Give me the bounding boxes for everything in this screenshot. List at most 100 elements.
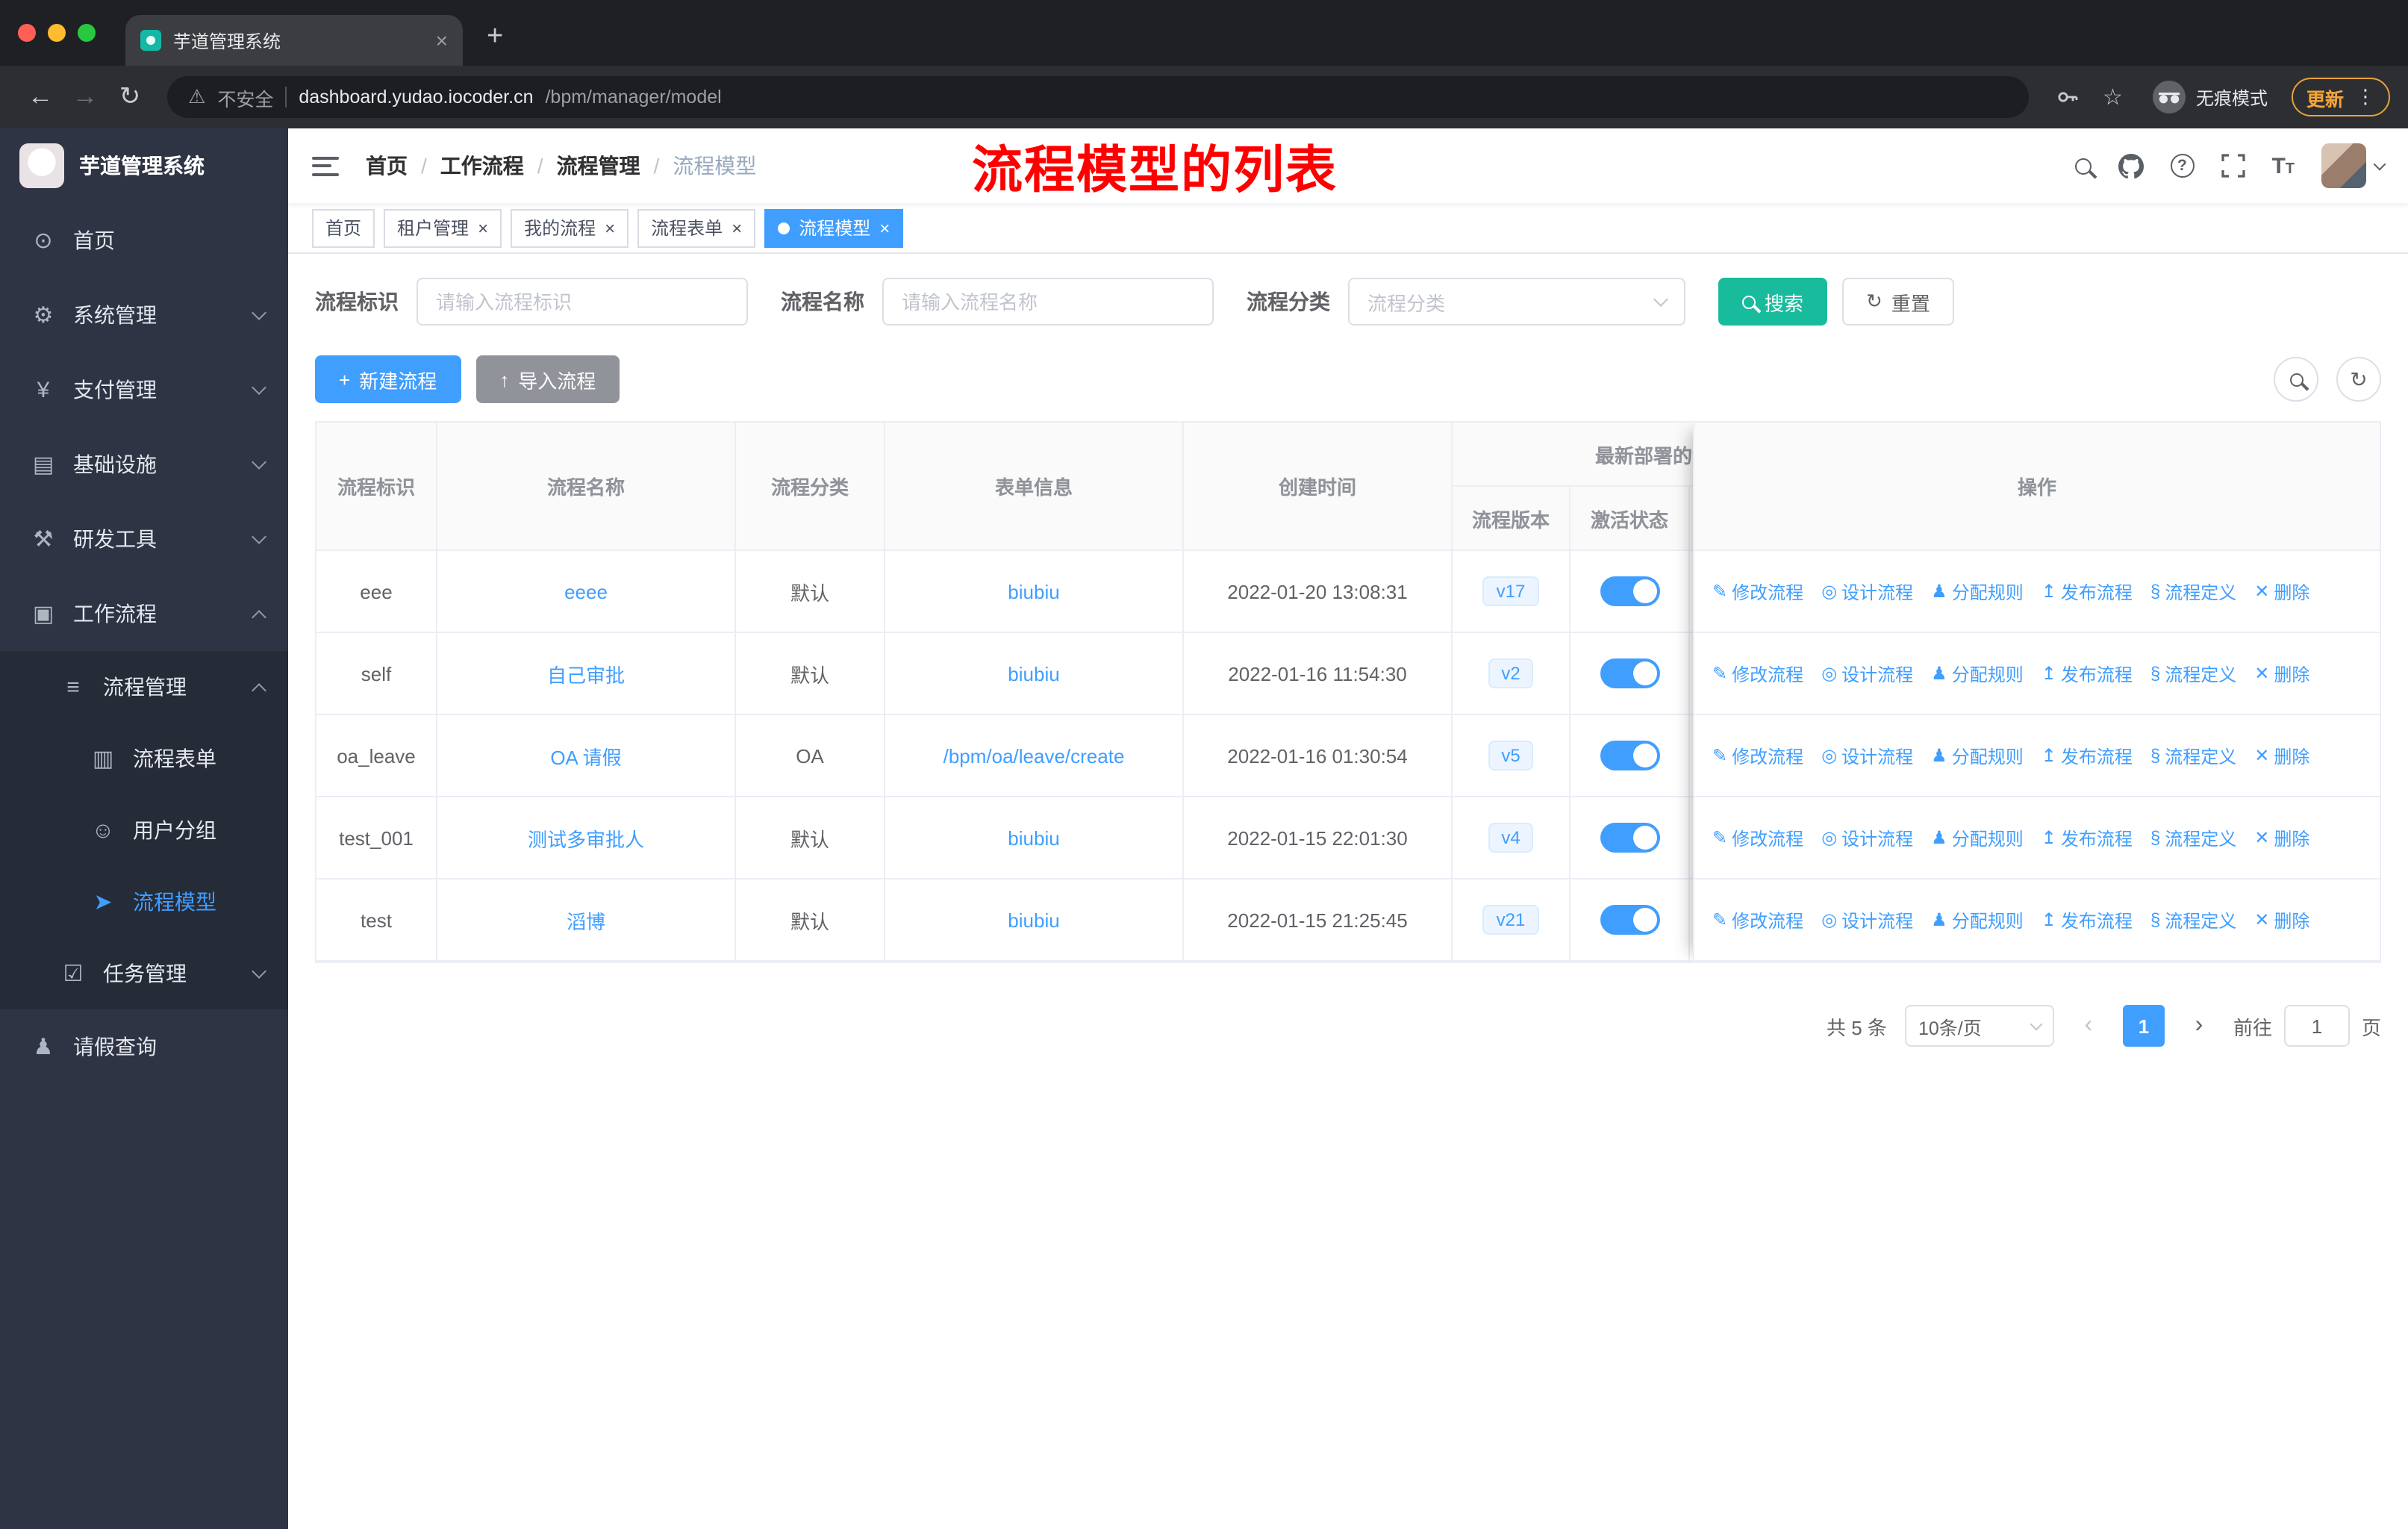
font-size-icon[interactable]: TT <box>2271 153 2295 178</box>
process-name-input[interactable] <box>882 278 1214 326</box>
sidebar-item-process-form[interactable]: ▥ 流程表单 <box>0 723 288 794</box>
assign-rule-link[interactable]: ♟ 分配规则 <box>1931 743 2024 768</box>
refresh-table-button[interactable]: ↻ <box>2336 357 2381 402</box>
publish-process-link[interactable]: ↥ 发布流程 <box>2042 579 2133 604</box>
reset-button[interactable]: ↻ 重置 <box>1842 278 1954 326</box>
bookmark-star-icon[interactable]: ☆ <box>2103 84 2123 110</box>
password-key-icon[interactable] <box>2055 85 2079 109</box>
edit-process-link[interactable]: ✎ 修改流程 <box>1712 579 1803 604</box>
process-definition-link[interactable]: § 流程定义 <box>2150 907 2236 932</box>
design-process-link[interactable]: ◎ 设计流程 <box>1821 661 1913 686</box>
design-process-link[interactable]: ◎ 设计流程 <box>1821 907 1913 932</box>
assign-rule-link[interactable]: ♟ 分配规则 <box>1931 907 2024 932</box>
delete-process-link[interactable]: ✕ 删除 <box>2254 907 2309 932</box>
collapse-sidebar-button[interactable] <box>312 156 339 175</box>
close-icon[interactable]: × <box>732 217 742 238</box>
close-icon[interactable]: × <box>478 217 488 238</box>
form-info-link[interactable]: biubiu <box>1008 909 1059 931</box>
form-info-link[interactable]: biubiu <box>1008 580 1059 602</box>
user-menu[interactable] <box>2321 143 2386 188</box>
browser-update-button[interactable]: 更新 ⋮ <box>2291 78 2390 116</box>
app-logo[interactable]: 芋道管理系统 <box>0 128 288 203</box>
assign-rule-link[interactable]: ♟ 分配规则 <box>1931 825 2024 850</box>
sidebar-item-infrastructure[interactable]: ▤ 基础设施 <box>0 427 288 502</box>
close-icon[interactable]: × <box>605 217 615 238</box>
form-info-link[interactable]: /bpm/oa/leave/create <box>943 744 1125 767</box>
form-info-link[interactable]: biubiu <box>1008 662 1059 685</box>
process-definition-link[interactable]: § 流程定义 <box>2150 579 2236 604</box>
zoom-window-button[interactable] <box>78 24 96 42</box>
close-icon[interactable]: × <box>879 217 890 238</box>
address-bar[interactable]: ⚠ 不安全 dashboard.yudao.iocoder.cn/bpm/man… <box>167 76 2029 118</box>
tag-home[interactable]: 首页 <box>312 208 375 247</box>
tag-tenant[interactable]: 租户管理 × <box>384 208 502 247</box>
reload-button[interactable]: ↻ <box>107 82 152 112</box>
active-toggle[interactable] <box>1600 905 1659 935</box>
forward-button[interactable]: → <box>63 82 107 112</box>
browser-menu-icon[interactable]: ⋮ <box>2356 85 2375 109</box>
version-badge[interactable]: v5 <box>1488 741 1534 770</box>
process-definition-link[interactable]: § 流程定义 <box>2150 743 2236 768</box>
next-page-button[interactable]: › <box>2183 1005 2215 1047</box>
edit-process-link[interactable]: ✎ 修改流程 <box>1712 661 1803 686</box>
assign-rule-link[interactable]: ♟ 分配规则 <box>1931 661 2024 686</box>
sidebar-item-leave-query[interactable]: ♟ 请假查询 <box>0 1009 288 1084</box>
form-info-link[interactable]: biubiu <box>1008 826 1059 849</box>
import-process-button[interactable]: ↑ 导入流程 <box>475 355 620 403</box>
new-tab-button[interactable]: + <box>487 21 503 54</box>
avatar[interactable] <box>2321 143 2366 188</box>
tag-process-model[interactable]: 流程模型 × <box>764 208 904 247</box>
sidebar-item-payment[interactable]: ¥ 支付管理 <box>0 352 288 427</box>
active-toggle[interactable] <box>1600 658 1659 688</box>
edit-process-link[interactable]: ✎ 修改流程 <box>1712 907 1803 932</box>
process-key-input[interactable] <box>417 278 748 326</box>
assign-rule-link[interactable]: ♟ 分配规则 <box>1931 579 2024 604</box>
delete-process-link[interactable]: ✕ 删除 <box>2254 661 2309 686</box>
delete-process-link[interactable]: ✕ 删除 <box>2254 825 2309 850</box>
design-process-link[interactable]: ◎ 设计流程 <box>1821 743 1913 768</box>
close-window-button[interactable] <box>18 24 36 42</box>
version-badge[interactable]: v21 <box>1482 905 1539 935</box>
version-badge[interactable]: v2 <box>1488 658 1534 688</box>
publish-process-link[interactable]: ↥ 发布流程 <box>2042 825 2133 850</box>
design-process-link[interactable]: ◎ 设计流程 <box>1821 825 1913 850</box>
design-process-link[interactable]: ◎ 设计流程 <box>1821 579 1913 604</box>
sidebar-item-workflow[interactable]: ▣ 工作流程 <box>0 576 288 651</box>
process-name-link[interactable]: 自己审批 <box>547 659 625 688</box>
process-definition-link[interactable]: § 流程定义 <box>2150 825 2236 850</box>
sidebar-item-process-model[interactable]: ➤ 流程模型 <box>0 866 288 938</box>
help-icon[interactable]: ? <box>2170 154 2195 178</box>
sidebar-item-task-management[interactable]: ☑ 任务管理 <box>0 938 288 1009</box>
search-icon[interactable] <box>2074 158 2092 174</box>
toggle-search-button[interactable] <box>2274 357 2318 402</box>
edit-process-link[interactable]: ✎ 修改流程 <box>1712 743 1803 768</box>
sidebar-item-user-group[interactable]: ☺ 用户分组 <box>0 794 288 866</box>
create-process-button[interactable]: + 新建流程 <box>315 355 461 403</box>
process-category-select[interactable]: 流程分类 <box>1348 278 1685 326</box>
back-button[interactable]: ← <box>18 82 63 112</box>
active-toggle[interactable] <box>1600 576 1659 606</box>
sidebar-item-system[interactable]: ⚙ 系统管理 <box>0 278 288 352</box>
fullscreen-icon[interactable] <box>2221 154 2245 178</box>
browser-tab[interactable]: 芋道管理系统 × <box>125 15 463 66</box>
version-badge[interactable]: v4 <box>1488 823 1534 853</box>
page-number-1[interactable]: 1 <box>2122 1005 2165 1047</box>
minimize-window-button[interactable] <box>48 24 66 42</box>
page-size-select[interactable]: 10条/页 <box>1904 1005 2054 1047</box>
tab-close-icon[interactable]: × <box>436 28 448 52</box>
publish-process-link[interactable]: ↥ 发布流程 <box>2042 743 2133 768</box>
prev-page-button[interactable]: ‹ <box>2072 1005 2105 1047</box>
tag-process-form[interactable]: 流程表单 × <box>637 208 756 247</box>
process-name-link[interactable]: eeee <box>564 580 608 602</box>
publish-process-link[interactable]: ↥ 发布流程 <box>2042 907 2133 932</box>
process-definition-link[interactable]: § 流程定义 <box>2150 661 2236 686</box>
breadcrumb-workflow[interactable]: 工作流程 <box>440 151 524 181</box>
sidebar-item-process-management[interactable]: ≡ 流程管理 <box>0 651 288 723</box>
process-name-link[interactable]: OA 请假 <box>550 741 621 770</box>
process-name-link[interactable]: 测试多审批人 <box>528 823 644 852</box>
goto-page-input[interactable] <box>2283 1005 2350 1047</box>
active-toggle[interactable] <box>1600 741 1659 770</box>
delete-process-link[interactable]: ✕ 删除 <box>2254 743 2309 768</box>
publish-process-link[interactable]: ↥ 发布流程 <box>2042 661 2133 686</box>
process-name-link[interactable]: 滔博 <box>567 906 605 934</box>
